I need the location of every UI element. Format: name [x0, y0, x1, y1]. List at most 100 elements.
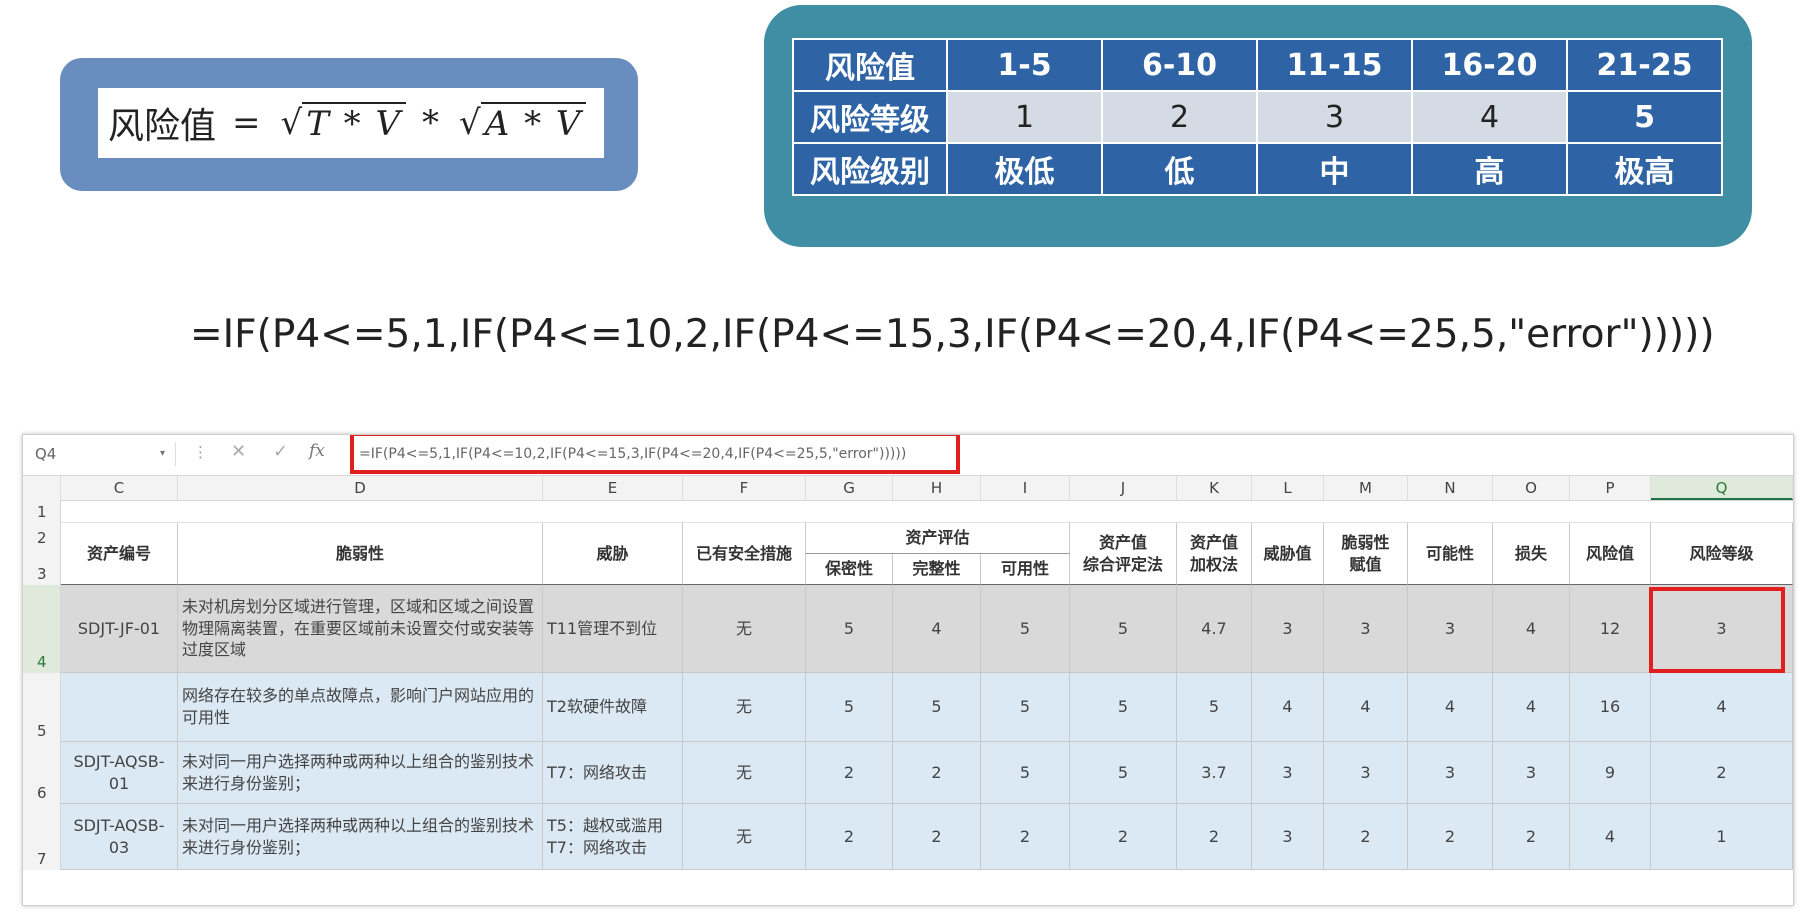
table-cell-likelihood[interactable]: 2 [1408, 804, 1493, 870]
table-cell-c[interactable]: 2 [806, 742, 893, 804]
table-cell-comp[interactable]: 5 [1070, 742, 1177, 804]
table-cell-risk[interactable]: 4 [1570, 804, 1651, 870]
table-cell-threat[interactable]: T5：越权或滥用 T7：网络攻击 [543, 804, 683, 870]
header-asset-eval[interactable]: 资产评估 [806, 523, 1070, 554]
table-cell-vulnerability[interactable]: 未对机房划分区域进行管理，区域和区域之间设置物理隔离装置，在重要区域前未设置交付… [178, 585, 543, 673]
header-asset-id[interactable]: 资产编号 [61, 523, 178, 585]
column-header-c[interactable]: C [61, 476, 178, 500]
table-cell-a[interactable]: 5 [981, 742, 1070, 804]
table-cell-risk[interactable]: 9 [1570, 742, 1651, 804]
table-cell-loss[interactable]: 2 [1493, 804, 1570, 870]
header-loss[interactable]: 损失 [1493, 523, 1570, 585]
table-cell-risk[interactable]: 12 [1570, 585, 1651, 673]
table-cell-vulnerability[interactable]: 未对同一用户选择两种或两种以上组合的鉴别技术来进行身份鉴别； [178, 804, 543, 870]
column-header-h[interactable]: H [893, 476, 981, 500]
table-cell-likelihood[interactable]: 3 [1408, 585, 1493, 673]
table-cell-comp[interactable]: 2 [1070, 804, 1177, 870]
table-cell-asset-id[interactable]: SDJT-AQSB- 03 [61, 804, 178, 870]
row-header-4[interactable]: 4 [23, 585, 61, 673]
cancel-icon[interactable]: ✕ [231, 441, 246, 462]
table-cell-measures[interactable]: 无 [683, 673, 806, 742]
column-header-g[interactable]: G [806, 476, 893, 500]
table-cell-threat-v[interactable]: 3 [1252, 804, 1324, 870]
table-cell-risk[interactable]: 16 [1570, 673, 1651, 742]
table-cell-vulnerability[interactable]: 未对同一用户选择两种或两种以上组合的鉴别技术来进行身份鉴别； [178, 742, 543, 804]
column-header-k[interactable]: K [1177, 476, 1252, 500]
header-risk-grade[interactable]: 风险等级 [1651, 523, 1793, 585]
column-header-j[interactable]: J [1070, 476, 1177, 500]
table-cell-c[interactable]: 2 [806, 804, 893, 870]
table-cell-likelihood[interactable]: 3 [1408, 742, 1493, 804]
table-cell-loss[interactable]: 4 [1493, 585, 1570, 673]
table-cell-measures[interactable]: 无 [683, 585, 806, 673]
table-cell-i[interactable]: 4 [893, 585, 981, 673]
table-cell-c[interactable]: 5 [806, 673, 893, 742]
name-box[interactable]: Q4 ▾ [35, 442, 176, 466]
row-header-2[interactable]: 2 [23, 523, 61, 549]
header-existing-measures[interactable]: 已有安全措施 [683, 523, 806, 585]
table-cell-likelihood[interactable]: 4 [1408, 673, 1493, 742]
table-cell-vuln-v[interactable]: 2 [1324, 804, 1408, 870]
more-options-icon[interactable]: ⋮ [193, 443, 208, 461]
header-vuln-value[interactable]: 脆弱性 赋值 [1324, 523, 1408, 585]
table-cell-vulnerability[interactable]: 网络存在较多的单点故障点，影响门户网站应用的可用性 [178, 673, 543, 742]
table-cell-weighted[interactable]: 5 [1177, 673, 1252, 742]
header-availability[interactable]: 可用性 [981, 554, 1070, 585]
row-header-6[interactable]: 6 [23, 742, 61, 804]
table-cell-a[interactable]: 5 [981, 673, 1070, 742]
column-header-o[interactable]: O [1493, 476, 1570, 500]
table-cell-i[interactable]: 2 [893, 804, 981, 870]
table-cell-threat-v[interactable]: 4 [1252, 673, 1324, 742]
table-cell-loss[interactable]: 3 [1493, 742, 1570, 804]
row-header-5[interactable]: 5 [23, 673, 61, 742]
table-cell-threat-v[interactable]: 3 [1252, 585, 1324, 673]
header-asset-value-comprehensive[interactable]: 资产值 综合评定法 [1070, 523, 1177, 585]
table-cell-vuln-v[interactable]: 3 [1324, 742, 1408, 804]
table-cell-i[interactable]: 5 [893, 673, 981, 742]
enter-check-icon[interactable]: ✓ [273, 441, 288, 462]
header-confidentiality[interactable]: 保密性 [806, 554, 893, 585]
header-likelihood[interactable]: 可能性 [1408, 523, 1493, 585]
header-integrity[interactable]: 完整性 [893, 554, 981, 585]
table-cell-loss[interactable]: 4 [1493, 673, 1570, 742]
table-cell-comp[interactable]: 5 [1070, 585, 1177, 673]
header-vulnerability[interactable]: 脆弱性 [178, 523, 543, 585]
table-cell-a[interactable]: 5 [981, 585, 1070, 673]
table-cell-weighted[interactable]: 3.7 [1177, 742, 1252, 804]
table-cell-a[interactable]: 2 [981, 804, 1070, 870]
table-cell-grade[interactable]: 4 [1651, 673, 1793, 742]
table-cell-weighted[interactable]: 2 [1177, 804, 1252, 870]
select-all-corner[interactable] [23, 476, 61, 500]
insert-function-icon[interactable]: fx [309, 441, 325, 461]
table-cell-asset-id[interactable]: SDJT-JF-01 [61, 585, 178, 673]
column-header-i[interactable]: I [981, 476, 1070, 500]
table-cell-measures[interactable]: 无 [683, 742, 806, 804]
header-risk-value[interactable]: 风险值 [1570, 523, 1651, 585]
table-cell-c[interactable]: 5 [806, 585, 893, 673]
header-threat-value[interactable]: 威胁值 [1252, 523, 1324, 585]
row-header-3[interactable]: 3 [23, 549, 61, 585]
column-header-n[interactable]: N [1408, 476, 1493, 500]
column-header-l[interactable]: L [1252, 476, 1324, 500]
table-cell-threat[interactable]: T11管理不到位 [543, 585, 683, 673]
table-cell-weighted[interactable]: 4.7 [1177, 585, 1252, 673]
column-header-f[interactable]: F [683, 476, 806, 500]
row-header-1[interactable]: 1 [23, 500, 61, 523]
table-cell-grade[interactable]: 2 [1651, 742, 1793, 804]
column-header-d[interactable]: D [178, 476, 543, 500]
column-header-p[interactable]: P [1570, 476, 1651, 500]
header-threat[interactable]: 威胁 [543, 523, 683, 585]
empty-row-cell[interactable] [61, 500, 1793, 523]
table-cell-threat[interactable]: T2软硬件故障 [543, 673, 683, 742]
column-header-e[interactable]: E [543, 476, 683, 500]
table-cell-asset-id[interactable] [61, 673, 178, 742]
table-cell-grade[interactable]: 1 [1651, 804, 1793, 870]
header-asset-value-weighted[interactable]: 资产值 加权法 [1177, 523, 1252, 585]
table-cell-comp[interactable]: 5 [1070, 673, 1177, 742]
table-cell-vuln-v[interactable]: 4 [1324, 673, 1408, 742]
chevron-down-icon[interactable]: ▾ [160, 442, 165, 466]
table-cell-vuln-v[interactable]: 3 [1324, 585, 1408, 673]
table-cell-asset-id[interactable]: SDJT-AQSB- 01 [61, 742, 178, 804]
table-cell-measures[interactable]: 无 [683, 804, 806, 870]
column-header-m[interactable]: M [1324, 476, 1408, 500]
